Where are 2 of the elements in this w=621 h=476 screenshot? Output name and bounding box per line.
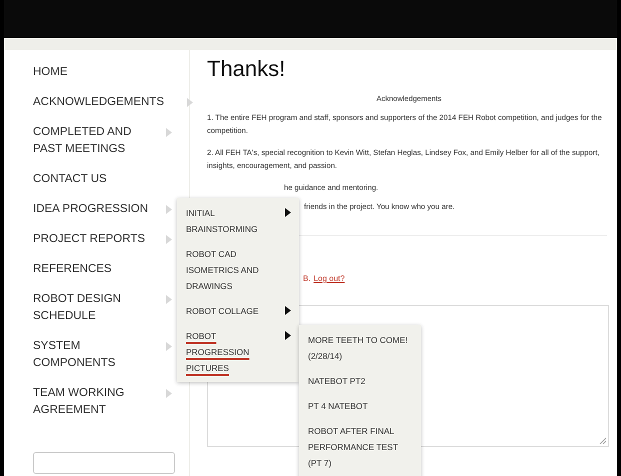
page-title: Thanks!: [207, 56, 286, 82]
login-text: B.: [303, 274, 311, 283]
